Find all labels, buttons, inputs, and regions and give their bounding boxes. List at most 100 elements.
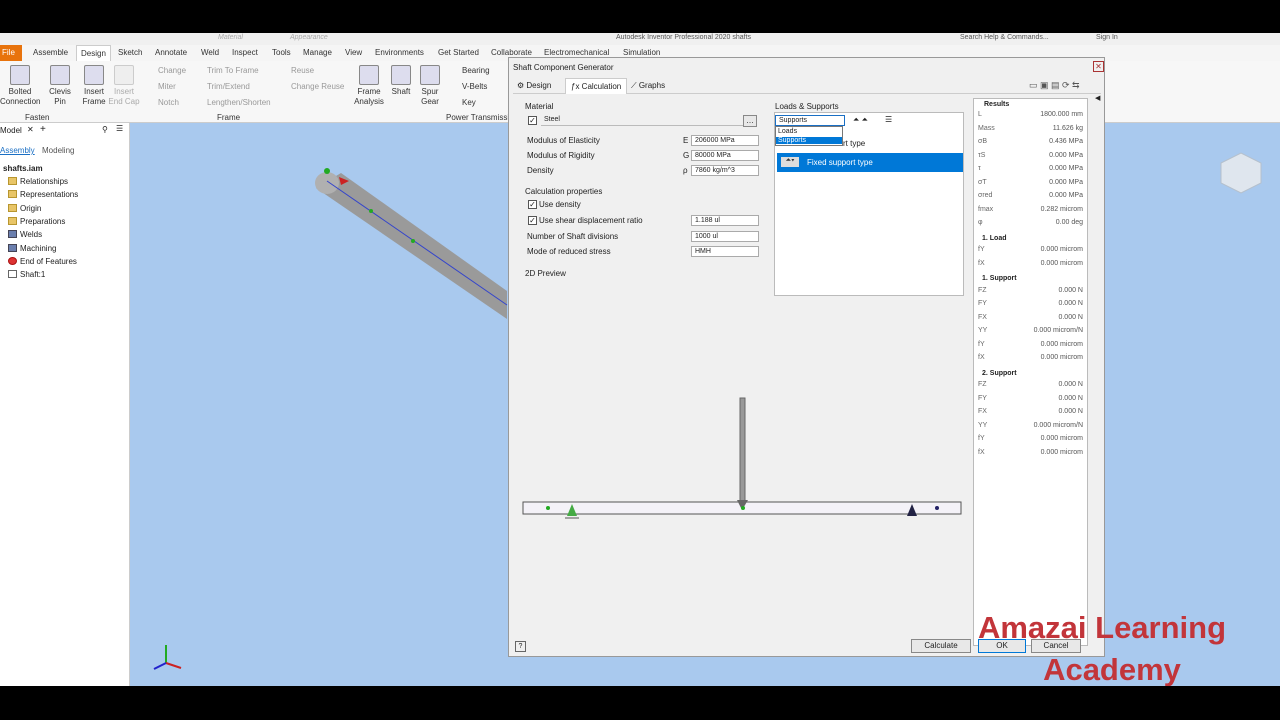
tree-item[interactable]: End of Features — [8, 257, 77, 266]
dropdown-option-loads[interactable]: Loads — [778, 128, 797, 135]
material-browse-button[interactable]: … — [743, 115, 757, 127]
rigidity-symbol: G — [683, 151, 690, 160]
tab-sketch[interactable]: Sketch — [118, 48, 142, 57]
result-label: fY — [978, 340, 985, 348]
help-icon[interactable]: ? — [515, 641, 526, 652]
clevis-pin-button[interactable]: Clevis Pin — [44, 65, 76, 107]
dialog-close-button[interactable]: ✕ — [1093, 61, 1104, 72]
result-label: σB — [978, 138, 987, 145]
tree-item[interactable]: Representations — [8, 190, 78, 199]
result-value: 0.000 microm/N — [1033, 327, 1083, 334]
frame-analysis-icon — [359, 65, 379, 85]
dropdown-option-supports[interactable]: Supports — [776, 137, 842, 144]
model-tab[interactable]: Model — [0, 126, 22, 135]
tab-electromechanical[interactable]: Electromechanical — [544, 48, 609, 57]
result-row: FX 0.000 N — [974, 408, 1087, 421]
menu-icon[interactable]: ☰ — [116, 124, 123, 133]
tab-file[interactable]: File — [0, 45, 22, 61]
divisions-field[interactable]: 1000 ul — [691, 231, 759, 242]
shaft-button[interactable]: Shaft — [388, 65, 414, 97]
tree-item[interactable]: Shaft:1 — [8, 270, 45, 279]
collapse-results-icon[interactable]: ◀ — [1095, 94, 1100, 102]
bolted-connection-button[interactable]: Bolted Connection — [0, 65, 40, 107]
quick-access-toolbar: Material Appearance Autodesk Inventor Pr… — [0, 33, 1280, 45]
appearance-combo[interactable]: Appearance — [290, 34, 328, 41]
trim-extend-button[interactable]: Trim/Extend — [207, 82, 250, 91]
result-value: 0.000 microm — [1040, 448, 1083, 456]
viewcube[interactable] — [1220, 152, 1262, 194]
calculate-button[interactable]: Calculate — [911, 639, 971, 653]
material-name-field[interactable]: Steel — [541, 115, 755, 126]
trim-to-frame-button[interactable]: Trim To Frame — [207, 66, 259, 75]
tree-item[interactable]: Relationships — [8, 177, 68, 186]
insert-frame-button[interactable]: Insert Frame — [80, 65, 108, 107]
tree-item[interactable]: Origin — [8, 204, 41, 213]
spur-gear-button[interactable]: Spur Gear — [416, 65, 444, 107]
tree-root[interactable]: shafts.iam — [3, 164, 43, 173]
tab-manage[interactable]: Manage — [303, 48, 332, 57]
add-tab-icon[interactable]: + — [40, 124, 46, 135]
support-row[interactable]: ⏶▾ Fixed support type — [777, 153, 963, 172]
insert-frame-label: Insert Frame — [82, 87, 106, 106]
material-combo[interactable]: Material — [218, 34, 243, 41]
list-icon[interactable]: ☰ — [885, 115, 892, 124]
tab-view[interactable]: View — [345, 48, 362, 57]
tab-collaborate[interactable]: Collaborate — [491, 48, 532, 57]
reduced-stress-select[interactable]: HMH — [691, 246, 759, 257]
modeling-tab[interactable]: Modeling — [42, 146, 74, 155]
tree-item[interactable]: Preparations — [8, 217, 65, 226]
tab-environments[interactable]: Environments — [375, 48, 424, 57]
shear-ratio-field[interactable]: 1.188 ul — [691, 215, 759, 226]
sign-in-link[interactable]: Sign In — [1096, 34, 1118, 41]
use-shear-checkbox[interactable]: ✓ — [528, 216, 537, 225]
key-button[interactable]: Key — [462, 98, 476, 107]
assembly-tab[interactable]: Assembly — [0, 146, 35, 155]
search-icon[interactable]: ⚲ — [102, 125, 108, 134]
tab-calculation[interactable]: ƒx Calculation — [565, 78, 628, 94]
tree-label: Relationships — [20, 177, 69, 186]
close-icon[interactable]: ✕ — [27, 125, 34, 134]
tab-annotate[interactable]: Annotate — [155, 48, 187, 57]
tab-weld[interactable]: Weld — [201, 48, 219, 57]
change-button[interactable]: Change — [158, 66, 186, 75]
shaft-body — [316, 173, 507, 319]
tree-item[interactable]: Welds — [8, 230, 42, 239]
tab-inspect[interactable]: Inspect — [232, 48, 258, 57]
miter-button[interactable]: Miter — [158, 82, 176, 91]
result-label: τS — [978, 151, 986, 159]
tab-get-started[interactable]: Get Started — [438, 48, 479, 57]
search-help-input[interactable]: Search Help & Commands... — [960, 34, 1049, 41]
result-label: fY — [978, 435, 985, 442]
result-value: 0.000 MPa — [1049, 192, 1083, 199]
tab-design-dialog[interactable]: ⚙ Design — [517, 81, 551, 90]
frame-analysis-button[interactable]: Frame Analysis — [352, 65, 386, 107]
result-value: 1800.000 mm — [1040, 111, 1083, 118]
result-value: 0.000 microm/N — [1033, 421, 1083, 429]
material-checkbox[interactable]: ✓ — [528, 116, 537, 125]
tab-simulation[interactable]: Simulation — [623, 48, 660, 57]
use-density-checkbox[interactable]: ✓ — [528, 200, 537, 209]
bearing-button[interactable]: Bearing — [462, 66, 490, 75]
tree-item[interactable]: Machining — [8, 244, 56, 253]
vbelts-button[interactable]: V-Belts — [462, 82, 487, 91]
loads-supports-combo[interactable]: Supports — [775, 115, 845, 126]
tab-design[interactable]: Design — [76, 45, 111, 61]
toolbar-icons[interactable]: ▭ ▣ ▤ ⟳ ⇆ — [1029, 80, 1080, 91]
tab-assemble[interactable]: Assemble — [33, 48, 68, 57]
notch-button[interactable]: Notch — [158, 98, 179, 107]
tab-tools[interactable]: Tools — [272, 48, 291, 57]
move-up-icon[interactable]: ⏶ ⏶ — [853, 115, 868, 125]
density-field[interactable]: 7860 kg/m^3 — [691, 165, 759, 176]
change-reuse-button[interactable]: Change Reuse — [291, 82, 344, 91]
lengthen-shorten-button[interactable]: Lengthen/Shorten — [207, 98, 271, 107]
tab-graphs[interactable]: ⟋ Graphs — [631, 81, 665, 91]
result-value: 0.000 microm — [1040, 259, 1083, 267]
result-value: 0.000 MPa — [1049, 178, 1083, 186]
panel-frame[interactable]: Frame — [217, 113, 240, 122]
insert-endcap-button[interactable]: Insert End Cap — [108, 65, 140, 107]
rigidity-field[interactable]: 80000 MPa — [691, 150, 759, 161]
elasticity-field[interactable]: 206000 MPa — [691, 135, 759, 146]
machining-icon — [8, 244, 17, 252]
reuse-button[interactable]: Reuse — [291, 66, 314, 75]
calc-icon: ƒx — [571, 82, 582, 91]
